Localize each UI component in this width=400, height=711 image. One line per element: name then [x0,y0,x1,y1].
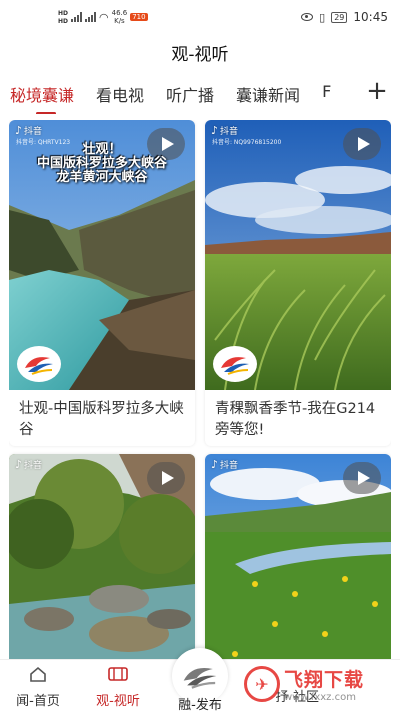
video-thumbnail[interactable]: ♪ 抖音 抖音号: QHRTV123 壮观！ 中国版科罗拉多大峡谷 龙羊黄河大峡谷 [9,120,195,390]
tab-watch-tv[interactable]: 看电视 [96,80,144,106]
channel-logo-icon [17,346,61,382]
video-thumbnail[interactable]: ♪ 抖音 抖音号: NQ9976815200 [205,120,391,390]
net-speed-value: 46.6 [111,9,128,17]
tab-listen-radio[interactable]: 听广播 [166,80,214,106]
nav-home[interactable]: 闻-首页 [0,666,76,709]
video-card[interactable]: ♪ 抖音 抖音号: QHRTV123 壮观！ 中国版科罗拉多大峡谷 龙羊黄河大峡谷… [9,120,195,446]
video-title[interactable]: 壮观-中国版科罗拉多大峡谷 [9,390,195,446]
video-thumbnail[interactable]: ♪ 抖音 [9,454,195,660]
wifi-icon: ◠ [99,10,109,24]
app-logo-icon [183,667,217,689]
home-icon [30,666,46,682]
platform-label: 抖音 [24,461,43,471]
signal-icon [71,12,83,22]
video-title[interactable]: 青稞飘香季节-我在G214旁等您! [205,390,391,446]
category-tabs: 秘境囊谦 看电视 听广播 囊谦新闻 F + [10,80,400,114]
watermark-logo-icon: ✈ [244,666,280,702]
watermark: ✈ 飞翔下载 www.fxxz.com [244,663,394,705]
tiktok-badge: ♪ 抖音 [15,458,42,471]
play-icon[interactable] [147,462,185,494]
film-icon [108,667,128,681]
video-card[interactable]: ♪ 抖音 抖音号: NQ9976815200 青稞飘香季节-我在G214旁等您! [205,120,391,446]
status-right: ▯ 29 10:45 [301,10,388,24]
tiktok-icon: ♪ [15,458,23,471]
vibrate-icon: ▯ [319,10,326,24]
net-speed: 46.6 K/s [112,9,128,25]
video-card[interactable]: ♪ 抖音 [205,454,391,660]
platform-label: 抖音 [220,461,239,471]
tiktok-icon: ♪ [211,124,219,137]
status-bar: HD HD ◠ 46.6 K/s 710 ▯ 29 10:45 [0,0,400,34]
sim1-label: HD [58,9,69,17]
video-feed[interactable]: ♪ 抖音 抖音号: QHRTV123 壮观！ 中国版科罗拉多大峡谷 龙羊黄河大峡谷… [9,120,391,660]
tiktok-icon: ♪ [15,124,23,137]
clock: 10:45 [353,10,388,24]
watermark-text: 飞翔下载 www.fxxz.com [284,665,364,703]
add-tab-icon[interactable]: + [362,80,392,108]
watermark-url: www.fxxz.com [284,692,356,703]
overlay-line-2: 中国版科罗拉多大峡谷 [36,156,167,171]
tiktok-badge: ♪ 抖音 [15,124,42,137]
channel-logo-icon [213,346,257,382]
nav-home-label: 闻-首页 [16,694,60,709]
battery-icon: 29 [331,11,348,23]
overlay-line-1: 壮观！ [82,142,122,157]
tab-more[interactable]: F [322,80,331,101]
nav-publish-label: 融-发布 [178,698,222,711]
video-card[interactable]: ♪ 抖音 [9,454,195,660]
nav-video-label: 观-视听 [96,694,140,709]
play-icon[interactable] [343,128,381,160]
nav-video[interactable]: 观-视听 [80,666,156,709]
page-title: 观-视听 [171,45,229,65]
tiktok-badge: ♪ 抖音 [211,458,238,471]
sim2-label: HD [58,17,69,25]
notification-badge: 710 [130,13,148,21]
overlay-line-3: 龙羊黄河大峡谷 [56,170,148,185]
tab-mijing-nangqian[interactable]: 秘境囊谦 [10,80,74,114]
platform-label: 抖音 [24,127,43,137]
platform-label: 抖音 [220,127,239,137]
play-icon[interactable] [343,462,381,494]
bottom-nav: 闻-首页 观-视听 融-发布 抒 社区 ✈ 飞翔下载 www.fxxz.com [0,648,400,711]
eye-icon [301,13,314,21]
watermark-main: 飞翔下载 [284,669,365,691]
video-thumbnail[interactable]: ♪ 抖音 [205,454,391,660]
status-left: HD HD ◠ 46.6 K/s 710 [58,9,148,25]
sim-indicators: HD HD [58,10,68,25]
signal-icon [85,12,97,22]
tab-nangqian-news[interactable]: 囊谦新闻 [236,80,300,106]
douyin-id: 抖音号: NQ9976815200 [212,139,282,146]
tiktok-icon: ♪ [211,458,219,471]
tiktok-badge: ♪ 抖音 [211,124,238,137]
net-speed-unit: K/s [114,17,125,25]
